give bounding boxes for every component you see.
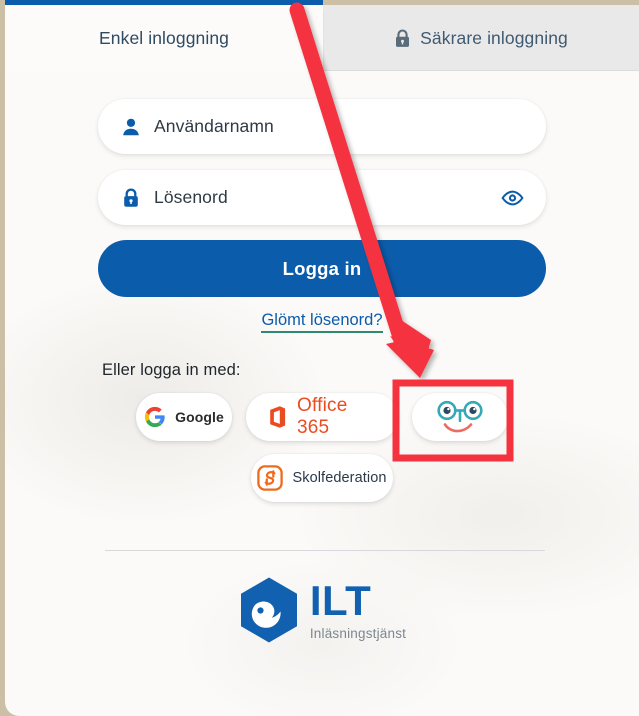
tab-enkel-label: Enkel inloggning <box>98 27 230 48</box>
login-button[interactable]: Logga in <box>98 240 546 297</box>
password-placeholder: Lösenord <box>154 187 228 207</box>
forgot-password-link[interactable]: Glömt lösenord? <box>5 311 639 333</box>
social-login-heading: Eller logga in med: <box>102 361 241 379</box>
office365-label: Office 365 <box>297 395 348 438</box>
skolfederation-login-button[interactable]: Skolfederation <box>251 454 393 502</box>
tab-sakrare-inloggning[interactable]: Säkrare inloggning <box>323 0 639 71</box>
username-placeholder: Användarnamn <box>154 116 274 136</box>
tab-sakrare-label: Säkrare inloggning <box>420 27 568 48</box>
ilt-wordmark: ILT Inläsningstjänst <box>309 576 407 641</box>
person-icon <box>120 117 142 137</box>
office365-login-button[interactable]: Office 365 <box>246 393 398 441</box>
ilt-brand-name: ILT <box>309 576 372 624</box>
lock-icon <box>394 28 411 48</box>
google-login-button[interactable]: Google <box>136 393 232 441</box>
ilt-brand-logo: ILT Inläsningstjänst <box>5 576 639 644</box>
login-content: Användarnamn Lösenord Logga in Glömt lös… <box>5 71 639 716</box>
clever-login-button[interactable] <box>412 393 508 441</box>
ilt-hexagon-icon <box>238 576 300 644</box>
password-field[interactable]: Lösenord <box>98 170 546 225</box>
tab-strip: Enkel inloggning Säkrare inloggning <box>5 0 639 71</box>
eye-icon[interactable] <box>500 188 524 208</box>
footer-divider <box>105 550 545 551</box>
login-page: Enkel inloggning Säkrare inloggning Anvä… <box>5 0 639 716</box>
skolfederation-row: Skolfederation <box>98 454 546 502</box>
google-label: Google <box>175 409 224 425</box>
forgot-password-label: Glömt lösenord? <box>261 311 383 333</box>
skolfederation-label: Skolfederation <box>292 470 387 486</box>
skolfederation-icon <box>257 465 284 491</box>
social-provider-row: Google Office 365 <box>98 393 546 441</box>
username-field[interactable]: Användarnamn <box>98 99 546 154</box>
ilt-brand-tagline: Inläsningstjänst <box>309 625 407 641</box>
tab-enkel-inloggning[interactable]: Enkel inloggning <box>5 0 323 71</box>
google-g-icon <box>144 406 166 428</box>
office-icon <box>266 405 288 429</box>
clever-face-icon <box>434 400 486 434</box>
lock-icon <box>120 187 142 208</box>
